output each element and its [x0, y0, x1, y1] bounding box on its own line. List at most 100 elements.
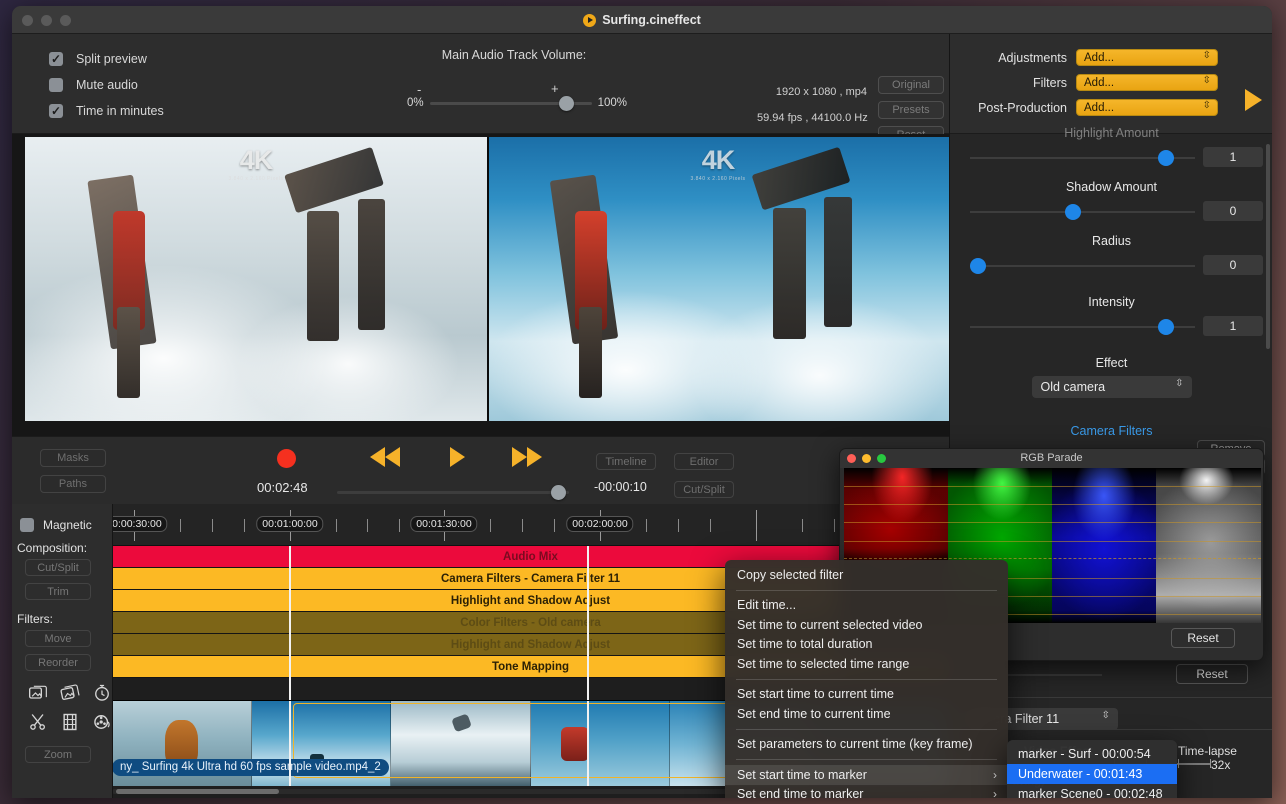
masks-button[interactable]: Masks [40, 449, 106, 467]
record-button[interactable] [277, 449, 296, 468]
editor-button[interactable]: Editor [674, 453, 734, 470]
checkbox-split-preview[interactable]: Split preview [49, 46, 164, 72]
video-preview-area[interactable]: 4K 3.840 x 2.160 Pixels 4K 3.840 x 2.160… [12, 134, 949, 436]
dropdown-value: Add... [1084, 76, 1115, 89]
playhead-tracks-secondary[interactable] [587, 546, 589, 700]
scope-reset-button[interactable]: Reset [1171, 628, 1235, 648]
slider-track[interactable] [970, 265, 1195, 267]
adjustments-dropdown[interactable]: Add... ⇳ [1076, 49, 1218, 66]
post-production-dropdown[interactable]: Add... ⇳ [1076, 99, 1218, 116]
menu-item-copy-selected-filter[interactable]: Copy selected filter [725, 565, 1008, 585]
param-value[interactable]: 0 [1203, 255, 1263, 275]
cut-split-button[interactable]: Cut/Split [25, 559, 91, 576]
filter-context-menu[interactable]: Copy selected filter Edit time... Set ti… [725, 560, 1008, 798]
thumbnail[interactable] [391, 701, 531, 786]
submenu-item-marker-surf[interactable]: marker - Surf - 00:00:54 [1007, 744, 1177, 764]
checkbox-icon[interactable] [49, 104, 63, 118]
watermark-4k: 4K 3.840 x 2.160 Pixels [228, 145, 283, 182]
menu-item-set-start-time-to-current-time[interactable]: Set start time to current time [725, 685, 1008, 705]
reorder-button[interactable]: Reorder [25, 654, 91, 671]
zoom-button[interactable]: Zoom [25, 746, 91, 763]
filters-dropdown[interactable]: Add... ⇳ [1076, 74, 1218, 91]
thumbnail[interactable] [530, 701, 670, 786]
preview-original[interactable]: 4K 3.840 x 2.160 Pixels [25, 137, 487, 421]
timeline-button[interactable]: Timeline [596, 453, 656, 470]
trim-button[interactable]: Trim [25, 583, 91, 600]
ruler-label: 00:01:00:00 [256, 516, 324, 532]
chevron-updown-icon: ⇳ [1175, 378, 1184, 389]
presets-button[interactable]: Presets [878, 101, 944, 119]
dropdown-value: Add... [1084, 101, 1115, 114]
panel-vertical-scrollbar[interactable] [1266, 144, 1270, 349]
seek-slider-knob[interactable] [551, 485, 566, 500]
timeline-tool-rail: Magnetic Composition: Cut/Split Trim Fil… [12, 504, 113, 798]
photos-icon[interactable] [28, 683, 48, 703]
scrollbar-thumb[interactable] [116, 789, 279, 794]
volume-slider-knob[interactable] [558, 95, 574, 111]
menu-item-set-time-to-current-selected-video[interactable]: Set time to current selected video [725, 615, 1008, 635]
menu-item-set-end-time-to-marker[interactable]: Set end time to marker › [725, 785, 1008, 798]
volume-slider-row[interactable]: 0% 100% [407, 95, 627, 111]
scissors-icon[interactable] [28, 712, 48, 732]
checkbox-magnetic[interactable]: Magnetic [20, 518, 112, 532]
clip-filename-label[interactable]: ny_ Surfing 4k Ultra hd 60 fps sample vi… [112, 759, 389, 776]
slider-knob[interactable] [1065, 204, 1081, 220]
submenu-item-underwater[interactable]: Underwater - 00:01:43 [1007, 764, 1177, 784]
move-button[interactable]: Move [25, 630, 91, 647]
volume-minus-label[interactable]: - [417, 82, 421, 97]
menu-item-label: Edit time... [737, 598, 797, 613]
checkbox-icon[interactable] [49, 78, 63, 92]
param-value[interactable]: 0 [1203, 201, 1263, 221]
play-button[interactable] [450, 447, 465, 467]
volume-plus-label[interactable]: + [551, 81, 559, 96]
volume-min-label: 0% [407, 97, 424, 109]
param-slider-row[interactable]: 1 [950, 314, 1272, 340]
tilted-photos-icon[interactable] [60, 683, 80, 703]
menu-item-set-start-time-to-marker[interactable]: Set start time to marker › [725, 765, 1008, 785]
param-slider-row[interactable]: 1 [950, 145, 1272, 171]
stopwatch-icon[interactable] [92, 683, 112, 703]
original-button[interactable]: Original [878, 76, 944, 94]
param-value[interactable]: 1 [1203, 316, 1263, 336]
menu-item-set-time-to-total-duration[interactable]: Set time to total duration [725, 635, 1008, 655]
render-play-button[interactable] [1245, 89, 1262, 111]
param-slider-row[interactable]: 0 [950, 199, 1272, 225]
checkbox-icon[interactable] [20, 518, 34, 532]
param-slider-row[interactable]: 0 [950, 253, 1272, 279]
menu-item-set-end-time-to-current-time[interactable]: Set end time to current time [725, 704, 1008, 724]
seek-slider-track[interactable] [337, 485, 569, 500]
film-reel-icon[interactable] [92, 712, 112, 732]
volume-slider-track[interactable] [429, 95, 592, 111]
bottom-reset-button[interactable]: Reset [1176, 664, 1248, 684]
timeline-ruler[interactable]: 00:00:30:00 00:01:00:00 00:01:30:00 00:0… [100, 504, 949, 546]
menu-item-set-time-to-selected-time-range[interactable]: Set time to selected time range [725, 654, 1008, 674]
playhead-secondary[interactable] [587, 701, 589, 786]
param-value[interactable]: 1 [1203, 147, 1263, 167]
effect-label: Effect [1095, 356, 1128, 370]
paths-button[interactable]: Paths [40, 475, 106, 493]
checkbox-icon[interactable] [49, 52, 63, 66]
checkbox-mute-audio[interactable]: Mute audio [49, 72, 164, 98]
menu-item-label: Set time to selected time range [737, 656, 910, 671]
marker-submenu[interactable]: marker - Surf - 00:00:54 Underwater - 00… [1007, 740, 1177, 798]
slider-track[interactable] [970, 211, 1195, 213]
checkbox-time-in-minutes[interactable]: Time in minutes [49, 98, 164, 124]
playhead-filmstrip[interactable] [289, 701, 291, 786]
menu-item-edit-time[interactable]: Edit time... [725, 596, 1008, 616]
param-label: Radius [1092, 234, 1131, 248]
rewind-button[interactable] [370, 447, 400, 467]
film-icon[interactable] [60, 712, 80, 732]
submenu-item-marker-scene0[interactable]: marker Scene0 - 00:02:48 [1007, 784, 1177, 798]
playhead-tracks[interactable] [289, 546, 291, 700]
slider-knob[interactable] [1158, 150, 1174, 166]
fast-forward-button[interactable] [512, 447, 542, 467]
slider-knob[interactable] [970, 258, 986, 274]
menu-item-set-parameters-to-current-time[interactable]: Set parameters to current time (key fram… [725, 735, 1008, 755]
preview-processed[interactable]: 4K 3.840 x 2.160 Pixels [487, 137, 949, 421]
cut-split-button[interactable]: Cut/Split [674, 481, 734, 498]
slider-knob[interactable] [1158, 319, 1174, 335]
effect-dropdown[interactable]: Old camera ⇳ [1031, 376, 1192, 398]
chevron-right-icon: › [993, 787, 997, 798]
preview-split-divider[interactable] [487, 137, 489, 421]
camera-filters-link[interactable]: Camera Filters [950, 424, 1272, 438]
